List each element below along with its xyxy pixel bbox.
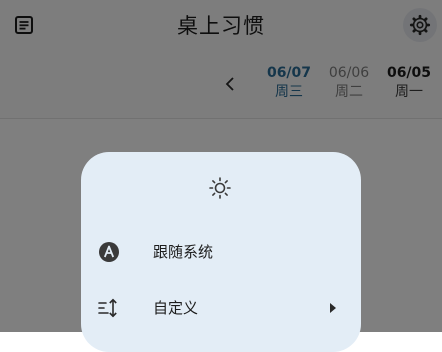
option-icon (97, 296, 121, 320)
theme-dialog: 跟随系统 自定义 (81, 152, 361, 352)
option-label: 自定义 (153, 299, 199, 317)
submenu-arrow (327, 298, 339, 318)
sun-icon (209, 177, 231, 199)
option-custom[interactable]: 自定义 (81, 284, 361, 332)
sort-icon (98, 298, 117, 318)
circle-a-icon (99, 242, 119, 262)
option-follow-system[interactable]: 跟随系统 (81, 228, 361, 276)
dialog-header-icon (208, 176, 232, 200)
option-icon (97, 240, 121, 264)
option-label: 跟随系统 (153, 243, 214, 261)
caret-right-icon (330, 303, 336, 313)
